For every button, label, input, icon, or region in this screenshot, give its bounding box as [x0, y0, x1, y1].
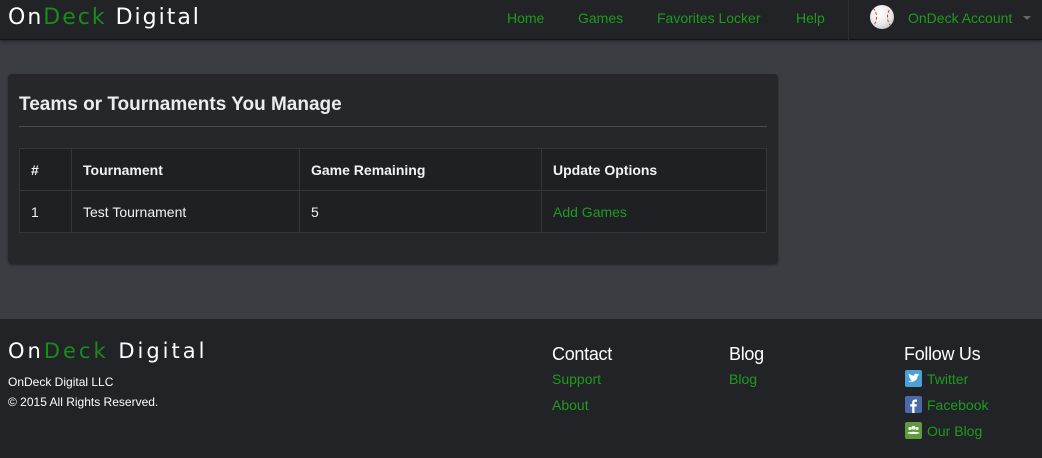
- footer-blog-heading: Blog: [729, 344, 764, 364]
- nav-favorites-locker-link[interactable]: Favorites Locker: [657, 10, 760, 26]
- column-header-number: #: [19, 148, 72, 191]
- footer-company-name: OnDeck Digital LLC: [8, 375, 114, 389]
- baseball-icon[interactable]: [870, 5, 894, 29]
- nav-divider: [848, 0, 849, 40]
- footer-facebook-link[interactable]: Facebook: [927, 397, 988, 413]
- table-header-row: # Tournament Game Remaining Update Optio…: [19, 148, 767, 191]
- column-header-tournament: Tournament: [71, 148, 300, 191]
- footer-brand-digital: Digital: [108, 339, 208, 363]
- tournaments-table: # Tournament Game Remaining Update Optio…: [19, 148, 767, 233]
- row-number-cell: 1: [19, 190, 72, 233]
- footer-brand-logo: OnDeck Digital: [8, 339, 207, 363]
- footer-support-link[interactable]: Support: [552, 371, 601, 387]
- managed-teams-panel: Teams or Tournaments You Manage # Tourna…: [8, 74, 778, 264]
- footer-brand-deck: Deck: [43, 339, 109, 363]
- nav-home-link[interactable]: Home: [507, 10, 544, 26]
- blog-icon[interactable]: [905, 422, 922, 439]
- footer: OnDeck Digital OnDeck Digital LLC © 2015…: [0, 319, 1042, 458]
- facebook-icon[interactable]: [905, 396, 922, 413]
- caret-down-icon[interactable]: [1023, 16, 1031, 20]
- footer-about-link[interactable]: About: [552, 397, 589, 413]
- brand-logo[interactable]: OnDeck Digital: [8, 5, 201, 30]
- games-remaining-cell: 5: [299, 190, 542, 233]
- account-dropdown-toggle[interactable]: OnDeck Account: [908, 10, 1012, 26]
- brand-logo-deck: Deck: [43, 5, 107, 30]
- brand-logo-digital: Digital: [106, 5, 201, 30]
- panel-divider: [19, 126, 767, 127]
- nav-help-link[interactable]: Help: [796, 10, 825, 26]
- nav-games-link[interactable]: Games: [578, 10, 623, 26]
- top-navbar: OnDeck Digital Home Games Favorites Lock…: [0, 0, 1042, 40]
- footer-follow-heading: Follow Us: [904, 344, 981, 364]
- footer-copyright: © 2015 All Rights Reserved.: [8, 395, 159, 409]
- panel-title: Teams or Tournaments You Manage: [19, 94, 342, 115]
- footer-twitter-link[interactable]: Twitter: [927, 371, 968, 387]
- footer-contact-heading: Contact: [552, 344, 612, 364]
- footer-blog-link[interactable]: Blog: [729, 371, 757, 387]
- footer-brand-on: On: [8, 339, 44, 363]
- table-row: 1 Test Tournament 5 Add Games: [19, 190, 767, 233]
- tournament-name-cell: Test Tournament: [71, 190, 300, 233]
- add-games-link[interactable]: Add Games: [541, 190, 767, 233]
- footer-our-blog-link[interactable]: Our Blog: [927, 423, 982, 439]
- column-header-games-remaining: Game Remaining: [299, 148, 542, 191]
- column-header-update-options: Update Options: [541, 148, 767, 191]
- brand-logo-on: On: [8, 5, 44, 30]
- twitter-icon[interactable]: [905, 370, 922, 387]
